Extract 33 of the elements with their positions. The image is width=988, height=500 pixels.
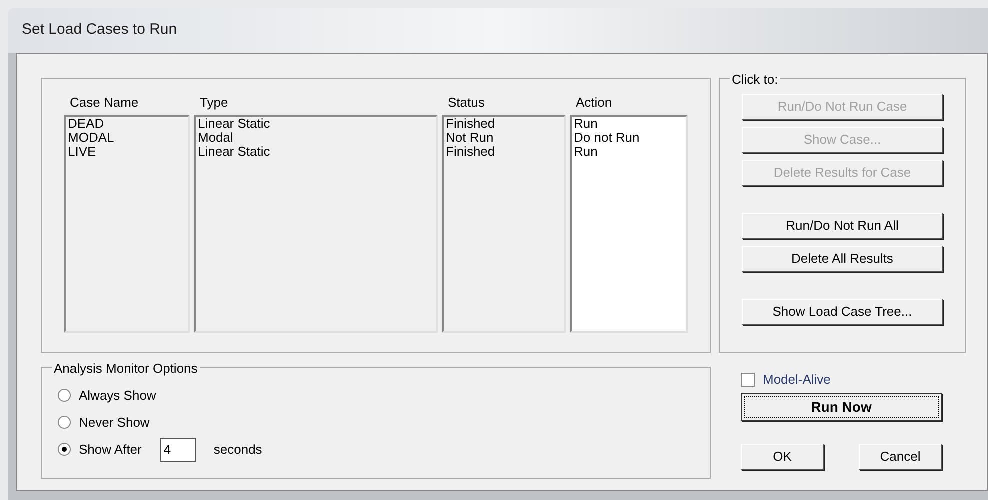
window-title: Set Load Cases to Run: [22, 20, 178, 40]
list-cell[interactable]: LIVE: [68, 145, 188, 159]
list-cell[interactable]: MODAL: [68, 131, 188, 145]
list-cell[interactable]: Not Run: [446, 131, 564, 145]
checkbox-label: Model-Alive: [763, 371, 831, 390]
list-cell[interactable]: Do not Run: [574, 131, 686, 145]
column-header: Status: [447, 94, 486, 112]
column-header: Case Name: [69, 94, 140, 112]
list-cell[interactable]: Linear Static: [198, 117, 436, 131]
seconds-field[interactable]: 4: [160, 438, 196, 462]
checkbox[interactable]: [741, 373, 755, 387]
radio-button[interactable]: [58, 416, 71, 429]
list-cell[interactable]: Modal: [198, 131, 436, 145]
list-cell[interactable]: Finished: [446, 117, 564, 131]
list-cell[interactable]: DEAD: [68, 117, 188, 131]
radio-button[interactable]: [58, 443, 71, 456]
run-now-button[interactable]: Run Now: [741, 393, 942, 421]
action-button[interactable]: Delete All Results: [742, 246, 943, 272]
list-cell[interactable]: Finished: [446, 145, 564, 159]
radio-label: Show After: [79, 440, 142, 459]
action-button[interactable]: Run/Do Not Run All: [742, 213, 943, 239]
list-cell[interactable]: Run: [574, 145, 686, 159]
radio-button[interactable]: [58, 389, 71, 402]
list-cell[interactable]: Run: [574, 117, 686, 131]
list-cell[interactable]: Linear Static: [198, 145, 436, 159]
column-header: Type: [199, 94, 230, 112]
unit-label: seconds: [214, 440, 262, 459]
column-header: Action: [575, 94, 614, 112]
action-button[interactable]: Show Load Case Tree...: [742, 299, 943, 325]
radio-label: Never Show: [79, 414, 150, 432]
radio-label: Always Show: [79, 386, 156, 405]
dialog-button[interactable]: Cancel: [859, 444, 942, 470]
dialog-button[interactable]: OK: [741, 444, 824, 470]
